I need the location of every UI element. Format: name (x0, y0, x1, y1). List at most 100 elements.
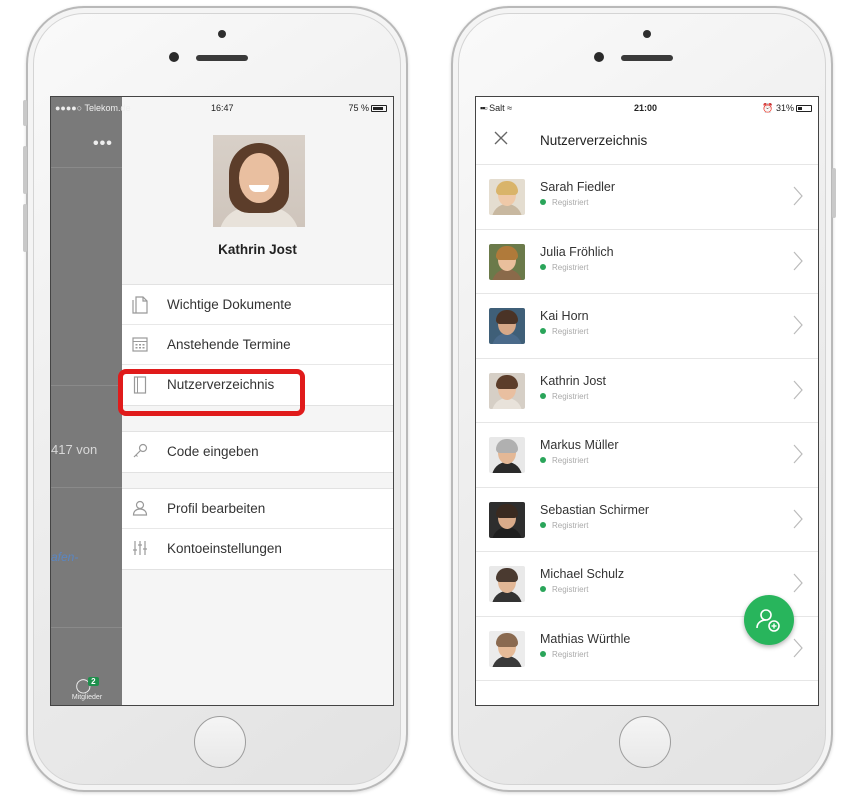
dimmed-background[interactable]: ••• 417 von afen- ◯2 Mitglieder (51, 97, 122, 705)
carrier-label: ●●●●○ Telekom.de (55, 103, 131, 113)
power-button (832, 168, 836, 218)
sliders-icon (132, 540, 148, 558)
home-button[interactable] (194, 716, 246, 768)
earpiece-speaker (196, 55, 248, 61)
menu-item-label: Code eingeben (167, 444, 259, 459)
menu-item-enter-code[interactable]: Code eingeben (122, 432, 393, 472)
user-avatar (489, 566, 525, 602)
user-status: Registriert (540, 521, 588, 530)
status-dot (540, 328, 546, 334)
user-name: Kai Horn (540, 309, 589, 323)
user-name: Markus Müller (540, 438, 619, 452)
screen-left: ••• 417 von afen- ◯2 Mitglieder ●●●●○ Te… (50, 96, 394, 706)
user-status-label: Registriert (552, 327, 589, 336)
menu-item-label: Anstehende Termine (167, 337, 291, 352)
user-avatar (489, 437, 525, 473)
documents-icon (132, 296, 148, 314)
profile-avatar[interactable] (213, 135, 305, 227)
user-status: Registriert (540, 392, 588, 401)
user-status: Registriert (540, 456, 588, 465)
navigation-bar: Nutzerverzeichnis (476, 117, 818, 165)
menu-item-label: Kontoeinstellungen (167, 541, 282, 556)
chevron-right-icon (793, 444, 803, 464)
divider (51, 487, 122, 488)
battery-icon (371, 105, 387, 112)
status-dot (540, 263, 546, 270)
front-camera (643, 30, 651, 38)
add-user-icon (756, 609, 780, 632)
user-row[interactable]: Sebastian Schirmer Registriert (476, 487, 818, 552)
divider (51, 167, 122, 168)
user-name: Sarah Fiedler (540, 180, 616, 194)
side-drawer: Kathrin Jost Wichtige Dokumente Anstehen… (118, 97, 393, 705)
earpiece-speaker (621, 55, 673, 61)
user-status: Registriert (540, 263, 588, 272)
status-dot (540, 392, 546, 399)
user-row[interactable]: Sarah Fiedler Registriert (476, 165, 818, 230)
chevron-right-icon (793, 573, 803, 593)
menu-group-code: Code eingeben (122, 431, 393, 473)
chevron-right-icon (793, 509, 803, 528)
phone-right: ▪▪▫ Salt ≈ 21:00 ⏰ 31% Nutzerverzeichnis… (451, 6, 836, 792)
user-status-label: Registriert (552, 456, 589, 465)
user-icon (132, 500, 148, 518)
user-name: Kathrin Jost (540, 373, 607, 388)
close-icon[interactable] (494, 129, 508, 149)
menu-item-label: Profil bearbeiten (167, 501, 266, 516)
volume-up-button (23, 146, 27, 194)
menu-group-account: Profil bearbeiten Kontoeinstellungen (122, 488, 393, 570)
user-row[interactable]: Julia Fröhlich Registriert (476, 229, 818, 294)
status-time: 21:00 (634, 103, 658, 113)
user-name: Michael Schulz (540, 567, 625, 581)
more-menu-icon[interactable]: ••• (93, 135, 113, 153)
volume-down-button (23, 204, 27, 252)
status-bar-left: ●●●●○ Telekom.de 16:47 75 % (51, 97, 393, 117)
carrier-label: Salt (489, 103, 505, 113)
user-status-label: Registriert (552, 585, 589, 594)
mute-switch (23, 100, 27, 126)
add-user-button[interactable] (744, 595, 794, 645)
key-icon (132, 443, 148, 461)
user-name: Julia Fröhlich (540, 244, 614, 259)
user-status-label: Registriert (552, 649, 589, 659)
home-button[interactable] (619, 716, 671, 768)
status-dot (540, 521, 546, 528)
status-dot (540, 650, 546, 657)
battery-icon (796, 105, 812, 112)
menu-item-appointments[interactable]: Anstehende Termine (122, 325, 393, 365)
tab-members[interactable]: ◯2 Mitglieder (57, 677, 117, 701)
menu-item-account-settings[interactable]: Kontoeinstellungen (122, 529, 393, 569)
phone-left: ••• 417 von afen- ◯2 Mitglieder ●●●●○ Te… (23, 6, 408, 792)
user-avatar (489, 630, 525, 667)
menu-group-main: Wichtige Dokumente Anstehende Termine Nu… (122, 284, 393, 406)
chevron-right-icon (793, 315, 803, 335)
menu-item-documents[interactable]: Wichtige Dokumente (122, 285, 393, 325)
user-avatar (489, 243, 525, 280)
status-dot (540, 457, 546, 463)
carrier-indicator: ▪▪▫ Salt ≈ (480, 103, 512, 113)
user-status-label: Registriert (552, 198, 589, 207)
signal-icon: ▪▪▫ (480, 103, 488, 113)
screen-right: ▪▪▫ Salt ≈ 21:00 ⏰ 31% Nutzerverzeichnis… (475, 96, 819, 706)
user-row[interactable]: Markus Müller Registriert (476, 423, 818, 488)
user-row[interactable]: Kathrin Jost Registriert (476, 358, 818, 423)
menu-item-edit-profile[interactable]: Profil bearbeiten (122, 489, 393, 529)
proximity-sensor (169, 52, 179, 62)
status-dot (540, 199, 546, 205)
user-avatar (489, 372, 525, 409)
address-book-icon (132, 376, 148, 394)
menu-item-user-directory[interactable]: Nutzerverzeichnis (122, 365, 393, 405)
battery-percent: 31% (775, 103, 794, 113)
alarm-icon: ⏰ (762, 103, 774, 113)
user-status: Registriert (540, 585, 588, 594)
user-avatar (489, 179, 525, 215)
members-badge: 2 (88, 677, 99, 686)
menu-item-label: Nutzerverzeichnis (167, 377, 275, 392)
profile-header[interactable]: Kathrin Jost (122, 117, 393, 262)
tab-members-label: Mitglieder (71, 694, 103, 701)
status-dot (540, 586, 546, 592)
menu-item-label: Wichtige Dokumente (167, 297, 292, 312)
profile-name: Kathrin Jost (218, 242, 297, 257)
user-row[interactable]: Kai Horn Registriert (476, 294, 818, 359)
chevron-right-icon (793, 251, 803, 270)
